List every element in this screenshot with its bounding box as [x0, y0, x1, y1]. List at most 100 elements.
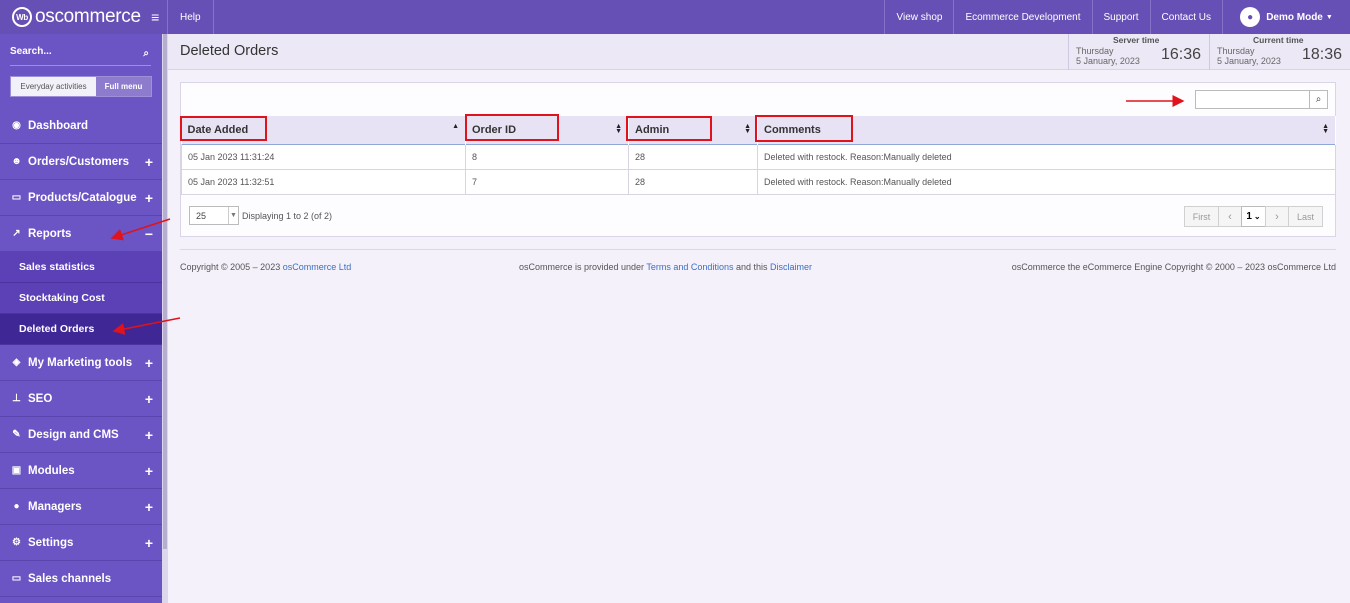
- full-menu-button[interactable]: Full menu: [96, 77, 151, 96]
- sidebar-item-settings[interactable]: ⚙ Settings +: [0, 525, 162, 561]
- user-icon: ●: [13, 501, 20, 512]
- cell-order-id: 8: [465, 143, 629, 170]
- contact-us-link[interactable]: Contact Us: [1149, 0, 1222, 34]
- view-shop-link[interactable]: View shop: [884, 0, 953, 34]
- prev-page-button[interactable]: ‹: [1218, 206, 1242, 227]
- sidebar-item-sales-channels[interactable]: ▭ Sales channels: [0, 561, 162, 597]
- search-placeholder: Search...: [10, 46, 52, 57]
- sidebar-item-modules[interactable]: ▣ Modules +: [0, 453, 162, 489]
- sidebar-scrollbar[interactable]: [162, 34, 168, 603]
- users-icon: ☻: [11, 156, 22, 167]
- ecommerce-development-link[interactable]: Ecommerce Development: [953, 0, 1091, 34]
- cell-date: 05 Jan 2023 11:32:51: [181, 168, 466, 195]
- sidebar-item-label: Orders/Customers: [28, 155, 129, 168]
- cell-comments: Deleted with restock. Reason:Manually de…: [757, 143, 1336, 170]
- cell-admin: 28: [628, 143, 758, 170]
- table-row[interactable]: 05 Jan 2023 11:32:51 7 28 Deleted with r…: [181, 168, 1336, 195]
- page-header: Deleted Orders Server time Thursday 5 Ja…: [168, 34, 1350, 70]
- page-select[interactable]: 1 ⌄: [1241, 206, 1266, 227]
- hamburger-menu-icon[interactable]: ≡: [151, 9, 159, 25]
- page-title: Deleted Orders: [180, 43, 279, 59]
- cell-date: 05 Jan 2023 11:31:24: [181, 143, 466, 170]
- user-menu[interactable]: ● Demo Mode ▼: [1222, 0, 1350, 34]
- table-search-input[interactable]: [1195, 90, 1310, 109]
- sidebar-item-label: Reports: [28, 227, 72, 240]
- sidebar-item-label: Products/Catalogue: [28, 191, 137, 204]
- terms-text: osCommerce is provided under: [519, 262, 647, 272]
- sidebar-item-label: My Marketing tools: [28, 356, 133, 369]
- sort-icon: ▲ ▼: [744, 123, 751, 135]
- sidebar-subitem-stocktaking-cost[interactable]: Stocktaking Cost: [0, 283, 162, 314]
- sidebar-item-reports[interactable]: ↗ Reports −: [0, 216, 162, 252]
- chart-icon: ↗: [12, 228, 21, 239]
- per-page-value: 25: [196, 210, 207, 221]
- sidebar-item-managers[interactable]: ● Managers +: [0, 489, 162, 525]
- current-day: Thursday: [1217, 46, 1255, 56]
- sidebar: Search... ⌕ Everyday activities Full men…: [0, 34, 162, 603]
- support-link[interactable]: Support: [1091, 0, 1150, 34]
- expand-icon[interactable]: +: [145, 535, 153, 551]
- chevron-down-icon: ⌄: [1253, 212, 1261, 221]
- user-name: Demo Mode: [1266, 11, 1323, 23]
- user-icon: ●: [1240, 7, 1261, 27]
- table-row[interactable]: 05 Jan 2023 11:31:24 8 28 Deleted with r…: [181, 143, 1336, 170]
- expand-icon[interactable]: +: [145, 427, 153, 443]
- tag-icon: ◈: [12, 357, 21, 368]
- deleted-orders-panel: ⌕ Date Added ▲ Order ID ▲ ▼ Admin ▲ ▼ Comm…: [180, 82, 1336, 237]
- footer-terms: osCommerce is provided under Terms and C…: [519, 262, 812, 272]
- sort-icon: ▲ ▼: [615, 123, 622, 135]
- sidebar-item-label: Dashboard: [28, 119, 89, 132]
- top-bar-spacer: [214, 0, 885, 34]
- sidebar-item-seo[interactable]: ⊥ SEO +: [0, 381, 162, 417]
- sidebar-subitem-sales-statistics[interactable]: Sales statistics: [0, 252, 162, 283]
- expand-icon[interactable]: +: [145, 355, 153, 371]
- sidebar-item-design-cms[interactable]: ✎ Design and CMS +: [0, 417, 162, 453]
- gears-icon: ⚙: [12, 537, 21, 548]
- scrollbar-thumb[interactable]: [163, 34, 167, 549]
- sidebar-item-products-catalogue[interactable]: ▭ Products/Catalogue +: [0, 180, 162, 216]
- everyday-activities-button[interactable]: Everyday activities: [11, 77, 96, 96]
- server-time-value: 16:36: [1160, 46, 1201, 63]
- table-search-button[interactable]: ⌕: [1310, 90, 1328, 109]
- expand-icon[interactable]: +: [145, 463, 153, 479]
- expand-icon[interactable]: +: [145, 154, 153, 170]
- next-page-button[interactable]: ›: [1265, 206, 1289, 227]
- sidebar-search-input[interactable]: Search... ⌕: [10, 44, 151, 66]
- sidebar-item-label: Design and CMS: [28, 428, 119, 441]
- sidebar-item-orders-customers[interactable]: ☻ Orders/Customers +: [0, 144, 162, 180]
- expand-icon[interactable]: +: [145, 391, 153, 407]
- sidebar-item-label: Managers: [28, 500, 82, 513]
- help-link[interactable]: Help: [167, 0, 214, 34]
- server-day: Thursday: [1076, 46, 1114, 56]
- footer-copyright: Copyright © 2005 – 2023 osCommerce Ltd: [180, 262, 351, 272]
- sidebar-item-label: Sales channels: [28, 572, 112, 585]
- menu-mode-toggle: Everyday activities Full menu: [10, 76, 152, 97]
- annotation-box-admin: [626, 116, 712, 141]
- sort-asc-icon: ▲: [452, 123, 459, 130]
- per-page-select[interactable]: 25 ▼: [189, 206, 239, 225]
- terms-link[interactable]: Terms and Conditions: [646, 262, 733, 272]
- last-page-button[interactable]: Last: [1288, 206, 1323, 227]
- footer-engine-copyright: osCommerce the eCommerce Engine Copyrigh…: [1011, 262, 1336, 272]
- server-time-label: Server time: [1113, 35, 1160, 45]
- first-page-button[interactable]: First: [1184, 206, 1219, 227]
- puzzle-icon: ▣: [11, 465, 22, 476]
- sidebar-subitem-deleted-orders[interactable]: Deleted Orders: [0, 314, 162, 345]
- expand-icon[interactable]: +: [145, 499, 153, 515]
- logo[interactable]: Wb oscommerce ≡: [0, 0, 167, 34]
- cell-order-id: 7: [465, 168, 629, 195]
- server-date-text: 5 January, 2023: [1076, 56, 1140, 66]
- search-icon[interactable]: ⌕: [143, 48, 149, 59]
- current-date: Thursday 5 January, 2023: [1217, 46, 1281, 66]
- expand-icon[interactable]: +: [145, 190, 153, 206]
- folder-icon: ▭: [11, 192, 22, 203]
- sidebar-item-marketing-tools[interactable]: ◈ My Marketing tools +: [0, 345, 162, 381]
- collapse-icon[interactable]: −: [145, 226, 153, 242]
- paging-info: Displaying 1 to 2 (of 2): [242, 210, 333, 221]
- annotation-box-date-added: [180, 116, 267, 141]
- sitemap-icon: ⊥: [12, 393, 21, 404]
- sort-icon: ▲ ▼: [1322, 123, 1329, 135]
- oscommerce-ltd-link[interactable]: osCommerce Ltd: [283, 262, 352, 272]
- sidebar-item-dashboard[interactable]: ◉ Dashboard: [0, 108, 162, 144]
- disclaimer-link[interactable]: Disclaimer: [770, 262, 812, 272]
